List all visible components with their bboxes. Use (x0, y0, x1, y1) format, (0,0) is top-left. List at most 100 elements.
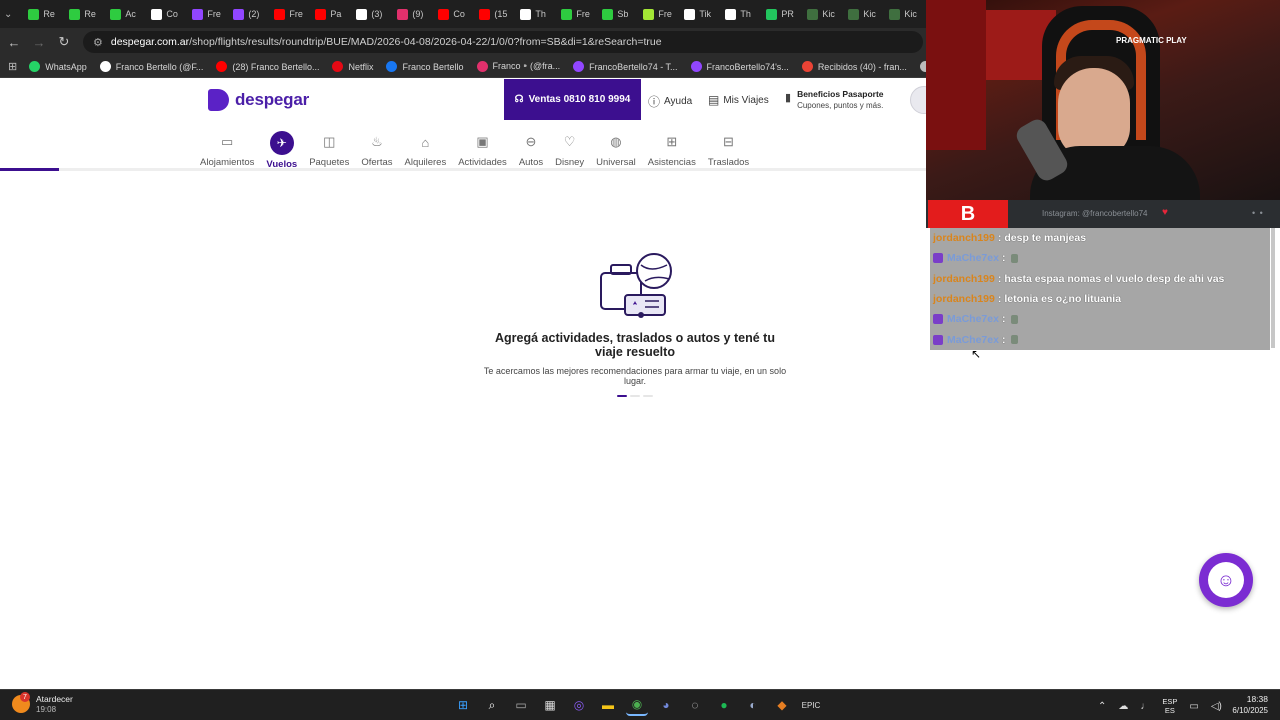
loading-progress-bar (0, 168, 926, 171)
bookmark-item[interactable]: Netflix (332, 61, 373, 72)
browser-tab[interactable]: PR (760, 3, 801, 25)
cloud-icon[interactable]: ☁ (1118, 701, 1128, 712)
app-icon[interactable]: ◎ (568, 694, 590, 716)
browser-tab[interactable]: (9) (391, 3, 432, 25)
nav-item-alojamientos[interactable]: ▭ Alojamientos (200, 131, 254, 170)
bookmark-item[interactable]: (28) Franco Bertello... (216, 61, 319, 72)
nav-item-alquileres[interactable]: ⌂ Alquileres (405, 131, 447, 170)
bookmark-item[interactable]: Franco ⁍ (@fra... (476, 61, 560, 72)
chat-username[interactable]: jordanch199 (933, 293, 995, 305)
back-button[interactable]: ← (3, 31, 25, 53)
tab-label: (15 (494, 9, 508, 19)
browser-tab[interactable]: Co (145, 3, 186, 25)
bookmark-item[interactable]: FrancoBertello74 - T... (573, 61, 678, 72)
chrome-icon[interactable]: ◉ (626, 694, 648, 716)
chat-username[interactable]: jordanch199 (933, 232, 995, 244)
discord-icon[interactable]: ◕ (655, 694, 677, 716)
nav-item-disney[interactable]: ♡ Disney (555, 131, 584, 170)
streamer-face (1058, 68, 1130, 158)
file-explorer-icon[interactable]: ▬ (597, 694, 619, 716)
despegar-logo[interactable]: despegar (208, 89, 309, 111)
nav-item-traslados[interactable]: ⊟ Traslados (708, 131, 749, 170)
tab-label: Tik (699, 9, 712, 19)
browser-tab[interactable]: Sb (596, 3, 637, 25)
nav-item-vuelos[interactable]: ✈ Vuelos (266, 131, 297, 170)
nav-item-actividades[interactable]: ▣ Actividades (458, 131, 507, 170)
browser-tab[interactable]: Fre (268, 3, 309, 25)
bookmark-item[interactable]: Franco Bertello (386, 61, 464, 72)
microphone-icon[interactable]: ♩ (1140, 701, 1150, 712)
start-menu-icon[interactable]: ⊞ (452, 694, 474, 716)
browser-tab[interactable]: Tik (678, 3, 719, 25)
carousel-dot[interactable] (630, 395, 640, 397)
tab-label: (3) (371, 9, 383, 19)
bookmark-item[interactable]: FrancoBertello74's... (690, 61, 789, 72)
tab-label: Ac (125, 9, 136, 19)
chat-username[interactable]: MaChe7ex (947, 313, 999, 325)
chevron-up-icon[interactable]: ⌃ (1098, 701, 1106, 712)
browser-tab[interactable]: Re (22, 3, 63, 25)
chat-username[interactable]: MaChe7ex (947, 334, 999, 346)
carousel-dot[interactable] (643, 395, 653, 397)
browser-tab[interactable]: Re (63, 3, 104, 25)
browser-tab[interactable]: Fre (186, 3, 227, 25)
site-info-icon[interactable]: ⚙ (93, 36, 103, 49)
weather-icon: 7 (12, 692, 30, 713)
bookmark-item[interactable]: Recibidos (40) - fran... (801, 61, 907, 72)
task-view-icon[interactable]: ▭ (510, 694, 532, 716)
tab-favicon-icon (684, 8, 696, 20)
support-chat-button[interactable]: ☺ (1199, 553, 1253, 607)
nav-item-autos[interactable]: ⊖ Autos (519, 131, 543, 170)
browser-tab[interactable]: (15 (473, 3, 514, 25)
browser-tab[interactable]: Ac (104, 3, 145, 25)
browser-tab[interactable]: (2) (227, 3, 268, 25)
display-icon[interactable]: ▭ (1189, 701, 1198, 712)
address-bar[interactable]: ⚙ despegar.com.ar/shop/flights/results/r… (83, 31, 923, 53)
clock[interactable]: 18:38 6/10/2025 (1224, 694, 1268, 715)
sales-phone-button[interactable]: ☊ Ventas 0810 810 9994 (504, 79, 641, 120)
nav-item-asistencias[interactable]: ⊞ Asistencias (648, 131, 696, 170)
help-link[interactable]: ⓘ Ayuda (648, 93, 692, 110)
browser-tab[interactable]: Fre (637, 3, 678, 25)
nav-item-universal[interactable]: ◍ Universal (596, 131, 636, 170)
browser-tab[interactable]: Kic (883, 3, 924, 25)
app-icon[interactable]: ◌ (684, 694, 706, 716)
language-indicator[interactable]: ESP ES (1162, 697, 1177, 715)
app-icon[interactable]: ◆ (771, 694, 793, 716)
my-trips-link[interactable]: ▤ Mis Viajes (708, 93, 769, 107)
browser-tab[interactable]: Co (432, 3, 473, 25)
forward-button[interactable]: → (28, 31, 50, 53)
bookmark-item[interactable]: Franco Bertello (@F... (99, 61, 203, 72)
bookmark-item[interactable]: WhatsApp (29, 61, 87, 72)
chat-username[interactable]: MaChe7ex (947, 252, 999, 264)
chat-username[interactable]: jordanch199 (933, 273, 995, 285)
nav-item-paquetes[interactable]: ◫ Paquetes (309, 131, 349, 170)
browser-tab[interactable]: Fre (555, 3, 596, 25)
browser-tab[interactable]: Th (719, 3, 760, 25)
van-icon: ⊟ (723, 134, 734, 149)
chat-scrollbar[interactable] (1271, 228, 1275, 348)
browser-tab[interactable]: (3) (350, 3, 391, 25)
store-icon[interactable]: ▦ (539, 694, 561, 716)
nav-item-ofertas[interactable]: ♨ Ofertas (361, 131, 392, 170)
weather-widget[interactable]: 7 Atardecer 19:08 (12, 692, 73, 714)
browser-tab[interactable]: Kic (801, 3, 842, 25)
benefits-link[interactable]: ▮ Beneficios Pasaporte Cupones, puntos y… (785, 89, 884, 110)
steam-icon[interactable]: ◐ (742, 694, 764, 716)
apps-grid-icon[interactable]: ⊞ (8, 60, 17, 73)
epic-games-icon[interactable]: EPIC (800, 694, 822, 716)
browser-tab[interactable]: Th (514, 3, 555, 25)
chat-separator: : (1001, 252, 1006, 265)
carousel-dot[interactable] (617, 395, 627, 397)
spotify-icon[interactable]: ● (713, 694, 735, 716)
browser-tab[interactable]: Kic (842, 3, 883, 25)
tab-search-button[interactable]: ⌄ (4, 4, 12, 24)
browser-tab[interactable]: Pa (309, 3, 350, 25)
product-nav: ▭ Alojamientos ✈ Vuelos ◫ Paquetes ♨ Ofertas ⌂ Al… (200, 131, 761, 170)
chair-brand-text: PRAGMATIC PLAY (1116, 36, 1187, 45)
chat-separator: : (1001, 333, 1006, 346)
search-icon[interactable]: ⌕ (481, 694, 503, 716)
volume-icon[interactable]: ◁) (1211, 701, 1222, 712)
bookmark-favicon-icon (29, 61, 41, 72)
reload-button[interactable]: ↻ (53, 31, 75, 53)
